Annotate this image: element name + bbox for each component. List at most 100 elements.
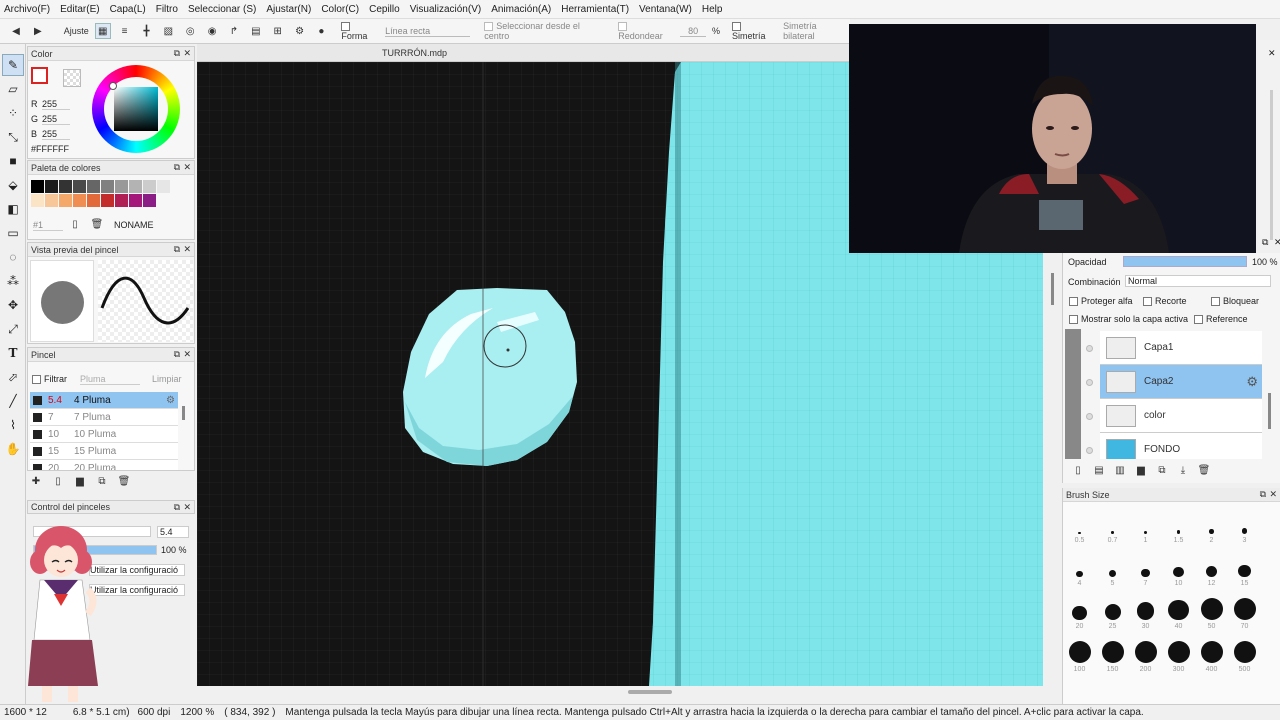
brush-list-scrollbar[interactable] xyxy=(182,406,185,420)
dock-scrollbar[interactable] xyxy=(1270,90,1273,240)
reference-toggle[interactable]: Reference xyxy=(1194,314,1248,325)
float-icon[interactable]: ⧉ xyxy=(174,349,180,360)
brush-size-cell[interactable]: 5 xyxy=(1096,544,1129,587)
panel-scrollbar[interactable] xyxy=(1051,273,1054,305)
brush-size-cell[interactable]: 3 xyxy=(1228,504,1261,544)
simetria-toggle[interactable]: Simetría xyxy=(732,21,777,41)
brush-size-cell[interactable]: 12 xyxy=(1195,544,1228,587)
layer-row[interactable]: Capa2 ⚙ xyxy=(1100,365,1262,399)
menu-help[interactable]: Help xyxy=(702,4,723,15)
menu-visualizacion[interactable]: Visualización(V) xyxy=(410,4,482,15)
copy-icon[interactable]: ⧉ xyxy=(95,474,109,488)
brush-size-cell[interactable]: 50 xyxy=(1195,587,1228,630)
brush-size-cell[interactable]: 15 xyxy=(1228,544,1261,587)
r-input[interactable]: 255 xyxy=(42,99,70,110)
snap-perspective-icon[interactable]: ▤ xyxy=(248,23,264,39)
brush-size-cell[interactable]: 10 xyxy=(1162,544,1195,587)
palette-swatch[interactable] xyxy=(87,194,100,207)
blend-select[interactable]: Normal xyxy=(1125,275,1271,287)
layer-visibility-icon[interactable] xyxy=(1086,447,1093,454)
menu-filtro[interactable]: Filtro xyxy=(156,4,178,15)
dropper-tool-icon[interactable]: ⤡ xyxy=(2,126,24,148)
brush-item[interactable]: 15 15 Pluma xyxy=(30,443,178,460)
layer-row[interactable]: FONDO xyxy=(1100,433,1262,459)
menu-cepillo[interactable]: Cepillo xyxy=(369,4,400,15)
menu-ventana[interactable]: Ventana(W) xyxy=(639,4,692,15)
float-icon[interactable]: ⧉ xyxy=(174,502,180,513)
show-active-only-toggle[interactable]: Mostrar solo la capa activa xyxy=(1069,314,1188,325)
protect-alpha-toggle[interactable]: Proteger alfa xyxy=(1069,296,1133,307)
brush-size-cell[interactable]: 300 xyxy=(1162,630,1195,673)
delete-icon[interactable]: 🗑 xyxy=(1197,463,1211,477)
snap-circle-icon[interactable]: ◎ xyxy=(182,23,198,39)
brush-item[interactable]: 10 10 Pluma xyxy=(30,426,178,443)
lasso-tool-icon[interactable]: ◌ xyxy=(2,246,24,268)
palette-swatch[interactable] xyxy=(143,194,156,207)
brush-size-cell[interactable]: 20 xyxy=(1063,587,1096,630)
float-icon[interactable]: ⧉ xyxy=(174,162,180,173)
float-icon[interactable]: ⧉ xyxy=(174,48,180,59)
snap-vanish-icon[interactable]: ⊞ xyxy=(270,23,286,39)
close-icon[interactable]: ✕ xyxy=(183,502,191,513)
gear-icon[interactable]: ⚙ xyxy=(166,395,175,406)
clear-button[interactable]: Limpiar xyxy=(152,374,182,384)
snap-diagonal-icon[interactable]: ▧ xyxy=(160,23,176,39)
palette-swatch[interactable] xyxy=(129,180,142,193)
brush-size-cell[interactable]: 0.7 xyxy=(1096,504,1129,544)
float-icon[interactable]: ⧉ xyxy=(1262,237,1268,248)
brush-size-cell[interactable]: 30 xyxy=(1129,587,1162,630)
close-icon[interactable]: ✕ xyxy=(1268,48,1276,59)
select-rect-icon[interactable]: ▭ xyxy=(2,222,24,244)
canvas-h-scrollbar[interactable] xyxy=(628,690,672,694)
palette-swatch[interactable] xyxy=(115,180,128,193)
close-icon[interactable]: ✕ xyxy=(1274,237,1280,248)
brush-size-cell[interactable]: 100 xyxy=(1063,630,1096,673)
new-layer-icon[interactable]: ▯ xyxy=(1071,463,1085,477)
color-sv-square[interactable] xyxy=(114,87,158,131)
palette-swatch[interactable] xyxy=(73,180,86,193)
palette-swatch[interactable] xyxy=(73,194,86,207)
forma-toggle[interactable]: Forma xyxy=(341,21,379,41)
palette-swatch[interactable] xyxy=(45,194,58,207)
layer-visibility-icon[interactable] xyxy=(1086,413,1093,420)
palette-swatch[interactable] xyxy=(129,194,142,207)
lock-toggle[interactable]: Bloquear xyxy=(1211,296,1259,307)
palette-swatch[interactable] xyxy=(59,180,72,193)
menu-color[interactable]: Color(C) xyxy=(321,4,359,15)
folder-icon[interactable]: ▆ xyxy=(73,474,87,488)
palette-slot-select[interactable]: #1 xyxy=(33,220,63,231)
layer-row[interactable]: color xyxy=(1100,399,1262,433)
main-color-swatch[interactable] xyxy=(31,67,48,84)
brush-item[interactable]: 7 7 Pluma xyxy=(30,409,178,426)
snap-point-icon[interactable]: ● xyxy=(314,23,330,39)
float-icon[interactable]: ⧉ xyxy=(1260,489,1266,500)
bucket-tool-icon[interactable]: ⬙ xyxy=(2,174,24,196)
palette-swatch[interactable] xyxy=(143,180,156,193)
delete-icon[interactable]: 🗑 xyxy=(117,474,131,488)
transform-tool-icon[interactable]: ⤢ xyxy=(2,318,24,340)
brush-size-cell[interactable]: 40 xyxy=(1162,587,1195,630)
fill-rect-icon[interactable]: ■ xyxy=(2,150,24,172)
menu-herramienta[interactable]: Herramienta(T) xyxy=(561,4,629,15)
palette-swatch[interactable] xyxy=(45,180,58,193)
operation-tool-icon[interactable]: ⬀ xyxy=(2,366,24,388)
close-icon[interactable]: ✕ xyxy=(183,349,191,360)
brush-size-cell[interactable]: 1.5 xyxy=(1162,504,1195,544)
layer-visibility-icon[interactable] xyxy=(1086,379,1093,386)
forma-select[interactable]: Línea recta xyxy=(385,26,471,37)
clipping-toggle[interactable]: Recorte xyxy=(1143,296,1187,307)
hand-tool-icon[interactable]: ✋ xyxy=(2,438,24,460)
simetria-select[interactable]: Simetría bilateral xyxy=(783,21,850,41)
brush-size-cell[interactable]: 150 xyxy=(1096,630,1129,673)
layer-opacity-slider[interactable] xyxy=(1123,256,1247,267)
brush-size-cell[interactable]: 0.5 xyxy=(1063,504,1096,544)
layer-list-scrollbar[interactable] xyxy=(1268,393,1271,429)
palette-swatch[interactable] xyxy=(87,180,100,193)
delete-icon[interactable]: 🗑 xyxy=(90,217,104,231)
merge-down-icon[interactable]: ⤓ xyxy=(1176,463,1190,477)
move-tool-icon[interactable]: ✥ xyxy=(2,294,24,316)
palette-swatch[interactable] xyxy=(31,180,44,193)
dot-tool-icon[interactable]: ⁘ xyxy=(2,102,24,124)
magic-wand-icon[interactable]: ⁂ xyxy=(2,270,24,292)
brush-size-cell[interactable]: 70 xyxy=(1228,587,1261,630)
